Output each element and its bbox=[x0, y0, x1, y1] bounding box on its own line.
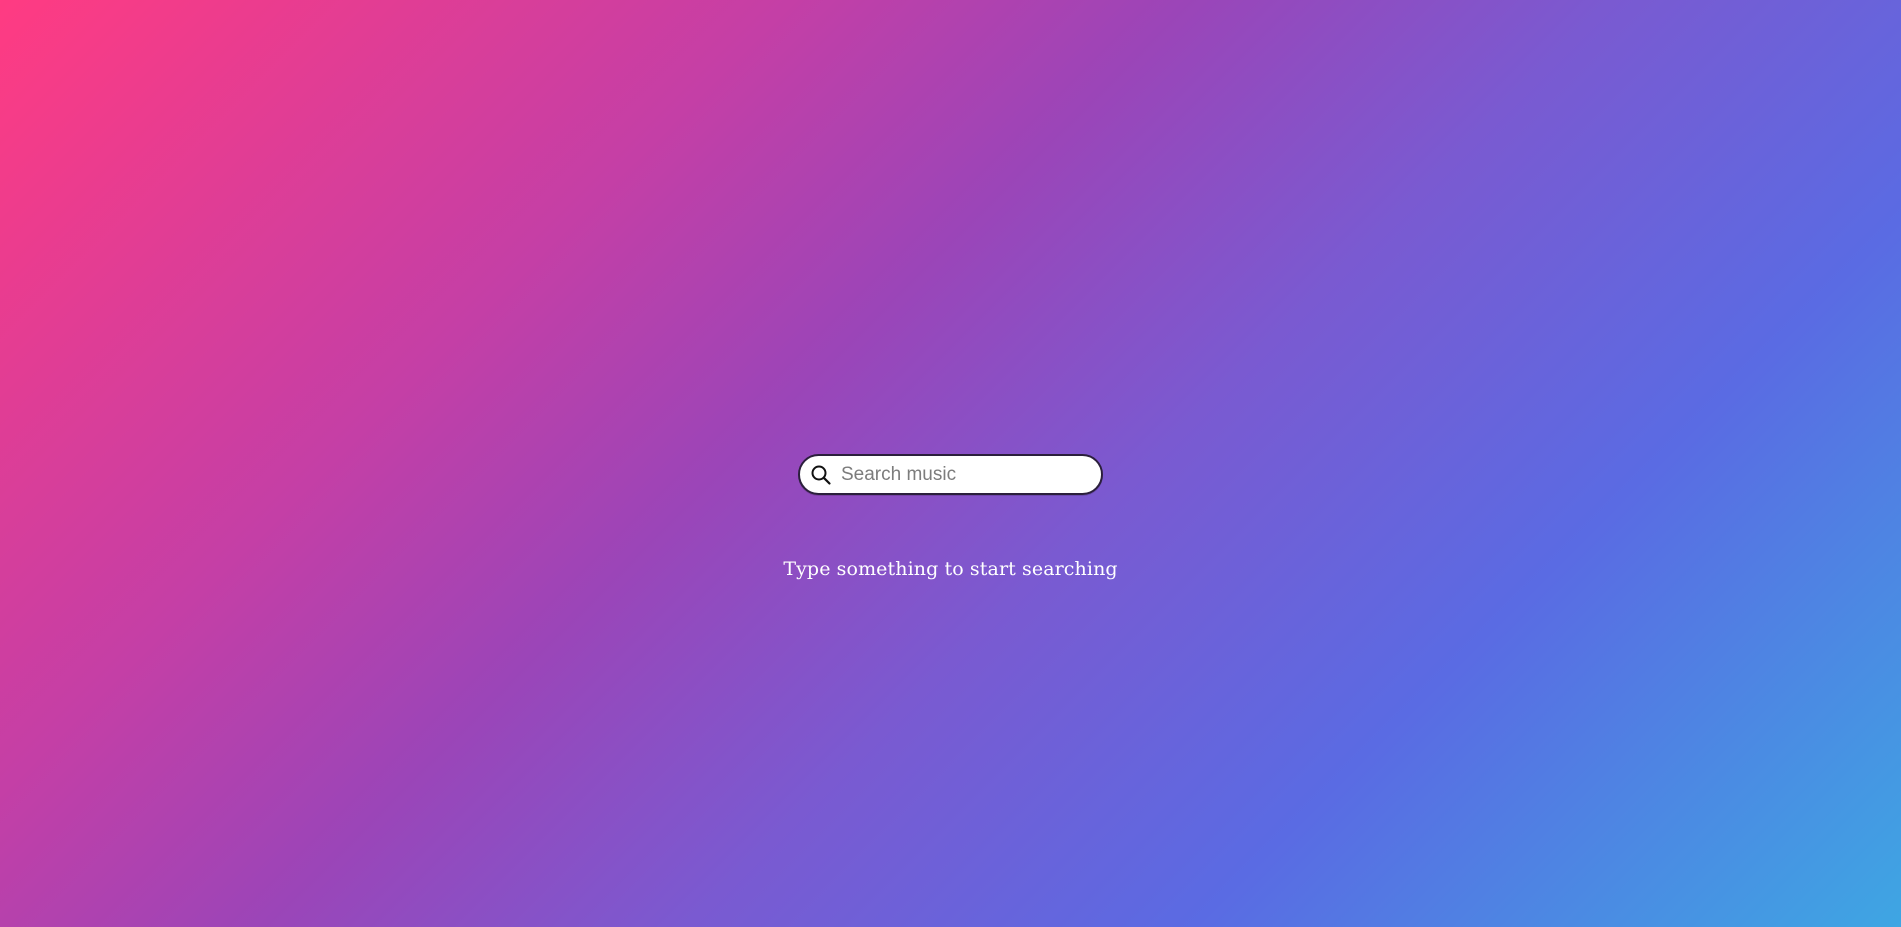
search-bar[interactable] bbox=[798, 454, 1103, 495]
search-input[interactable] bbox=[834, 458, 1081, 491]
empty-state-message: Type something to start searching bbox=[783, 558, 1118, 580]
app-background: Type something to start searching bbox=[0, 0, 1901, 927]
search-icon bbox=[808, 462, 834, 488]
